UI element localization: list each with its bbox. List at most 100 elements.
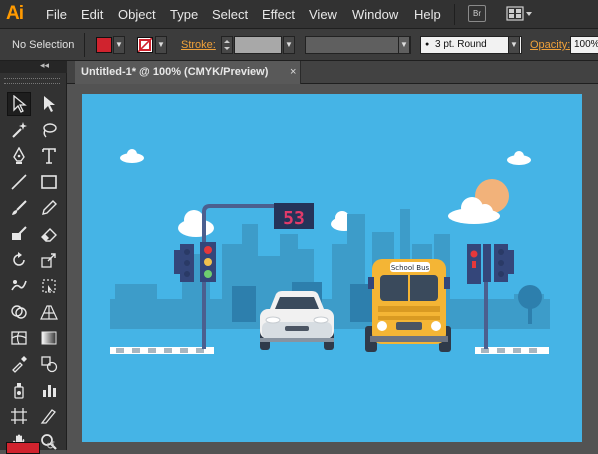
brush-definition[interactable]: ● 3 pt. Round bbox=[420, 36, 522, 54]
menu-help[interactable]: Help bbox=[414, 7, 441, 22]
stroke-swatch[interactable] bbox=[137, 37, 153, 53]
warp-icon bbox=[11, 280, 27, 291]
eyedropper-tool[interactable] bbox=[7, 352, 31, 376]
mesh-icon bbox=[11, 331, 27, 345]
selection-arrow-icon bbox=[13, 95, 27, 113]
brush-dropdown[interactable]: ▼ bbox=[508, 36, 520, 54]
eyedropper-icon bbox=[12, 356, 27, 373]
blob-brush-icon bbox=[12, 226, 27, 240]
fill-dropdown[interactable]: ▼ bbox=[113, 36, 125, 54]
opacity-field[interactable]: 100% bbox=[570, 36, 598, 54]
menu-separator bbox=[454, 4, 455, 25]
city-street-illustration: 53 School Bus bbox=[82, 94, 582, 442]
menu-file[interactable]: File bbox=[46, 7, 67, 22]
pencil-icon bbox=[42, 200, 57, 215]
free-transform-tool[interactable] bbox=[37, 274, 61, 298]
tools-panel-header: ◂◂ bbox=[0, 60, 67, 73]
width-profile-dropdown[interactable]: ▼ bbox=[398, 36, 410, 54]
eraser-tool[interactable] bbox=[37, 222, 61, 246]
blend-tool[interactable] bbox=[37, 352, 61, 376]
column-graph-icon bbox=[43, 385, 56, 397]
arrange-documents-button[interactable] bbox=[506, 5, 534, 22]
lasso-icon bbox=[43, 123, 57, 138]
paintbrush-tool[interactable] bbox=[7, 196, 31, 220]
brush-label: 3 pt. Round bbox=[435, 39, 487, 50]
close-tab-button[interactable]: × bbox=[290, 61, 296, 84]
menu-select[interactable]: Select bbox=[212, 7, 248, 22]
perspective-grid-tool[interactable] bbox=[37, 300, 61, 324]
stroke-label[interactable]: Stroke: bbox=[181, 39, 216, 51]
brush-dot-icon: ● bbox=[425, 41, 430, 48]
app-logo: Ai bbox=[6, 3, 24, 24]
symbol-sprayer-icon bbox=[14, 383, 24, 399]
collapse-panel-icon[interactable]: ◂◂ bbox=[40, 60, 49, 71]
blob-brush-tool[interactable] bbox=[7, 222, 31, 246]
slice-knife-icon bbox=[40, 409, 56, 424]
rectangle-icon bbox=[41, 175, 57, 189]
no-stroke-icon bbox=[138, 38, 152, 52]
tools-panel: ◂◂ ↺ bbox=[0, 60, 67, 454]
artboard-tool[interactable] bbox=[7, 404, 31, 428]
variable-width-profile[interactable] bbox=[305, 36, 411, 54]
rotate-tool[interactable] bbox=[7, 248, 31, 272]
free-transform-icon bbox=[42, 279, 56, 293]
line-tool[interactable] bbox=[7, 170, 31, 194]
blend-icon bbox=[41, 356, 58, 373]
menu-type[interactable]: Type bbox=[170, 7, 198, 22]
document-tab[interactable]: Untitled-1* @ 100% (CMYK/Preview) × bbox=[75, 61, 301, 84]
perspective-grid-icon bbox=[40, 305, 58, 320]
slice-tool[interactable] bbox=[37, 404, 61, 428]
stroke-weight-field[interactable] bbox=[234, 36, 282, 54]
shape-builder-icon bbox=[11, 305, 27, 319]
stroke-dropdown[interactable]: ▼ bbox=[155, 36, 167, 54]
type-tool[interactable] bbox=[37, 144, 61, 168]
menu-window[interactable]: Window bbox=[352, 7, 398, 22]
control-separator bbox=[84, 33, 85, 57]
fill-color-box[interactable] bbox=[6, 442, 40, 454]
gradient-tool[interactable] bbox=[37, 326, 61, 350]
panel-grip[interactable] bbox=[4, 78, 60, 84]
opacity-label[interactable]: Opacity: bbox=[530, 39, 570, 51]
bridge-button[interactable]: Br bbox=[468, 5, 486, 22]
control-bar: No Selection ▼ ▼ Stroke: ▼ ▼ ● 3 pt. Rou… bbox=[0, 29, 598, 61]
direct-selection-tool[interactable] bbox=[37, 92, 61, 116]
stepper-arrows-icon bbox=[224, 40, 230, 50]
scale-tool[interactable] bbox=[37, 248, 61, 272]
menu-effect[interactable]: Effect bbox=[262, 7, 295, 22]
menu-bar: Ai File Edit Object Type Select Effect V… bbox=[0, 0, 598, 29]
arrange-documents-icon bbox=[506, 6, 532, 21]
pen-tool[interactable] bbox=[7, 144, 31, 168]
magic-wand-tool[interactable] bbox=[7, 118, 31, 142]
rectangle-tool[interactable] bbox=[37, 170, 61, 194]
fill-swatch[interactable] bbox=[96, 37, 112, 53]
menu-view[interactable]: View bbox=[309, 7, 337, 22]
document-title: Untitled-1* @ 100% (CMYK/Preview) bbox=[81, 66, 269, 78]
paintbrush-icon bbox=[12, 200, 27, 215]
swap-fill-stroke-icon[interactable]: ↺ bbox=[46, 439, 55, 452]
pencil-tool[interactable] bbox=[37, 196, 61, 220]
shape-builder-tool[interactable] bbox=[7, 300, 31, 324]
scale-icon bbox=[41, 253, 56, 268]
direct-selection-icon bbox=[44, 96, 55, 112]
artboard[interactable]: 53 School Bus bbox=[82, 94, 582, 442]
lasso-tool[interactable] bbox=[37, 118, 61, 142]
type-icon bbox=[42, 148, 56, 164]
school-bus: School Bus bbox=[365, 259, 451, 352]
document-tab-bar: Untitled-1* @ 100% (CMYK/Preview) × bbox=[67, 61, 598, 84]
stroke-weight-stepper[interactable] bbox=[221, 36, 233, 54]
menu-object[interactable]: Object bbox=[118, 7, 156, 22]
eraser-icon bbox=[41, 228, 57, 242]
column-graph-tool[interactable] bbox=[37, 378, 61, 402]
selection-status: No Selection bbox=[12, 39, 75, 51]
countdown-number: 53 bbox=[283, 208, 305, 229]
selection-tool[interactable] bbox=[7, 92, 31, 116]
line-segment-icon bbox=[11, 174, 27, 190]
symbol-sprayer-tool[interactable] bbox=[7, 378, 31, 402]
menu-edit[interactable]: Edit bbox=[81, 7, 103, 22]
gradient-icon bbox=[41, 331, 57, 345]
magic-wand-icon bbox=[12, 122, 27, 138]
pen-icon bbox=[13, 147, 25, 164]
mesh-tool[interactable] bbox=[7, 326, 31, 350]
stroke-weight-dropdown[interactable]: ▼ bbox=[283, 36, 295, 54]
warp-tool[interactable] bbox=[7, 274, 31, 298]
